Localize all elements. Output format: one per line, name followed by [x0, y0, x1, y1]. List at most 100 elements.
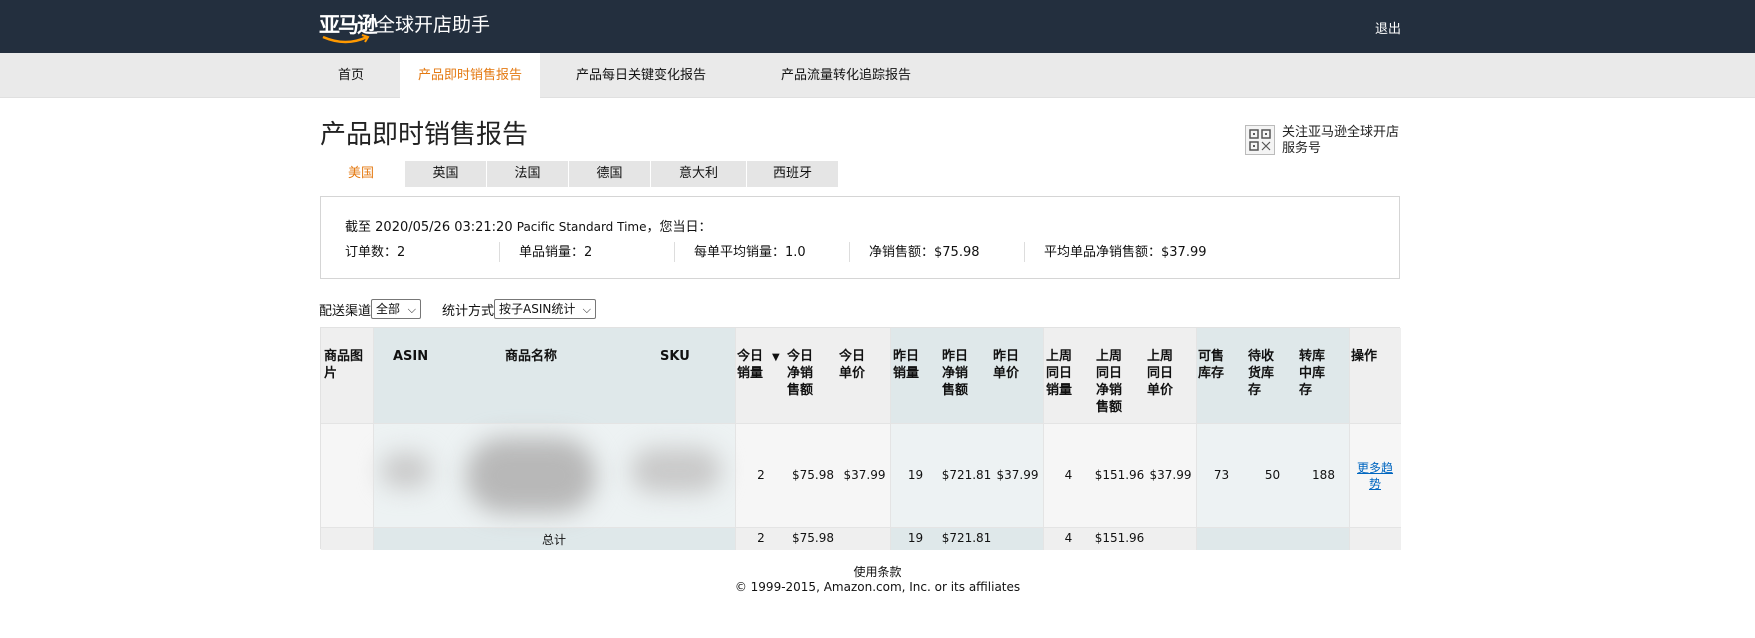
nav-item-instant-sales[interactable]: 产品即时销售报告	[400, 53, 540, 98]
copyright: © 1999-2015, Amazon.com, Inc. or its aff…	[734, 580, 1021, 594]
channel-select[interactable]: 全部 ⌵	[371, 299, 421, 319]
th-action: 操作	[1351, 349, 1378, 364]
th-transfer: 转库中库存	[1299, 349, 1326, 398]
main-nav: 首页 产品即时销售报告 产品每日关键变化报告 产品流量转化追踪报告	[0, 53, 1755, 98]
follow-service-account[interactable]: 关注亚马逊全球开店服务号	[1282, 125, 1400, 157]
stat-avg-units-value: 1.0	[785, 245, 806, 260]
header-divider	[321, 423, 1401, 424]
total-lw-qty: 4	[1064, 531, 1073, 545]
th-sellable: 可售库存	[1198, 349, 1225, 381]
stat-orders: 订单数：2	[345, 242, 405, 264]
divider	[849, 242, 850, 262]
tab-italy[interactable]: 意大利	[651, 161, 746, 187]
terms-of-use-link[interactable]: 使用条款	[0, 563, 1755, 580]
cell-lw-qty: 4	[1064, 468, 1073, 482]
th-lw-qty: 上周同日销量	[1046, 349, 1073, 398]
total-today-qty: 2	[757, 531, 765, 545]
th-asin: ASIN	[393, 349, 429, 364]
stat-units-value: 2	[584, 245, 593, 260]
col-divider	[373, 328, 374, 550]
cell-yday-qty: 19	[907, 468, 924, 482]
cell-sellable: 73	[1213, 468, 1230, 482]
tab-us[interactable]: 美国	[320, 161, 402, 187]
as-of-line: 截至 2020/05/26 03:21:20 Pacific Standard …	[345, 216, 712, 235]
cell-yday-price: $37.99	[996, 468, 1039, 482]
total-today-net: $75.98	[792, 531, 834, 545]
stat-net-sales: 净销售额：$75.98	[869, 242, 980, 264]
logo-subtitle: 全球开店助手	[376, 14, 491, 36]
stat-avg-net-sales-label: 平均单品净销售额：	[1044, 245, 1162, 260]
total-yday-qty: 19	[907, 531, 924, 545]
th-lw-net: 上周同日净销售额	[1096, 349, 1123, 415]
cell-lw-price: $37.99	[1149, 468, 1192, 482]
tab-spain[interactable]: 西班牙	[747, 161, 838, 187]
col-divider	[1043, 328, 1044, 550]
th-lw-price: 上周同日单价	[1147, 349, 1174, 398]
stat-avg-net-sales: 平均单品净销售额：$37.99	[1044, 242, 1207, 264]
page-title: 产品即时销售报告	[320, 120, 529, 150]
method-select[interactable]: 按子ASIN统计 ⌵	[494, 299, 596, 319]
cell-today-price: $37.99	[843, 468, 886, 482]
divider	[1024, 242, 1025, 262]
th-sku: SKU	[660, 349, 690, 364]
cell-lw-net: $151.96	[1094, 468, 1145, 482]
cell-today-qty: 2	[757, 468, 765, 482]
row-divider	[321, 527, 1401, 528]
nav-item-home[interactable]: 首页	[320, 53, 382, 98]
cell-inbound: 50	[1264, 468, 1281, 482]
stat-net-sales-label: 净销售额：	[869, 245, 935, 260]
more-trends-link[interactable]: 更多趋势	[1349, 460, 1401, 492]
col-divider	[1349, 328, 1350, 550]
th-yday-price: 昨日单价	[993, 349, 1020, 381]
col-divider	[1196, 328, 1197, 550]
stat-units-label: 单品销量：	[519, 245, 585, 260]
stat-units: 单品销量：2	[519, 242, 592, 264]
divider	[499, 242, 500, 262]
th-today-qty[interactable]: 今日销量	[737, 348, 767, 382]
stat-avg-units: 每单平均销量：1.0	[694, 242, 806, 264]
blurred-sku	[631, 448, 721, 493]
method-label: 统计方式	[442, 304, 495, 319]
col-divider	[735, 328, 736, 550]
tab-france[interactable]: 法国	[487, 161, 568, 187]
chevron-down-icon: ⌵	[582, 303, 591, 316]
divider	[674, 242, 675, 262]
channel-label: 配送渠道	[319, 304, 372, 319]
as-of-prefix: 截至	[345, 220, 372, 235]
sales-summary: 截至 2020/05/26 03:21:20 Pacific Standard …	[320, 196, 1400, 279]
smile-arrow-icon	[322, 34, 370, 44]
as-of-suffix: ，您当日：	[646, 220, 712, 235]
tab-uk[interactable]: 英国	[405, 161, 486, 187]
stat-avg-units-label: 每单平均销量：	[694, 245, 786, 260]
nav-item-daily-changes[interactable]: 产品每日关键变化报告	[560, 53, 722, 98]
th-today-net: 今日净销售额	[787, 349, 814, 398]
top-header: 亚马逊 全球开店助手 退出	[0, 0, 1755, 53]
cell-transfer: 188	[1312, 468, 1335, 482]
total-lw-net: $151.96	[1094, 531, 1145, 545]
th-name: 商品名称	[505, 349, 558, 364]
stat-net-sales-value: $75.98	[934, 245, 980, 260]
total-label: 总计	[541, 533, 566, 547]
stat-avg-net-sales-value: $37.99	[1161, 245, 1207, 260]
cell-yday-net: $721.81	[941, 468, 992, 482]
blurred-asin	[381, 453, 431, 488]
sort-desc-icon[interactable]: ▼	[772, 352, 780, 363]
blurred-product-name	[466, 438, 596, 513]
col-divider	[890, 328, 891, 550]
cell-today-net: $75.98	[792, 468, 834, 482]
nav-item-traffic-conversion[interactable]: 产品流量转化追踪报告	[765, 53, 927, 98]
total-yday-net: $721.81	[941, 531, 992, 545]
logout-link[interactable]: 退出	[1375, 18, 1401, 37]
qr-code-icon[interactable]	[1245, 125, 1275, 155]
terms-label[interactable]: 使用条款	[853, 565, 901, 579]
th-today-price: 今日单价	[839, 349, 866, 381]
sales-table: 商品图片 ASIN 商品名称 SKU 今日销量 ▼ 今日净销售额 今日单价 昨日…	[320, 327, 1401, 550]
stat-orders-value: 2	[397, 245, 406, 260]
th-inbound: 待收货库存	[1248, 349, 1275, 398]
stat-orders-label: 订单数：	[345, 245, 398, 260]
th-image: 商品图片	[324, 349, 364, 381]
as-of-timezone: Pacific Standard Time	[516, 220, 647, 234]
method-select-value: 按子ASIN统计	[499, 302, 576, 316]
channel-select-value: 全部	[376, 302, 401, 316]
tab-germany[interactable]: 德国	[569, 161, 650, 187]
